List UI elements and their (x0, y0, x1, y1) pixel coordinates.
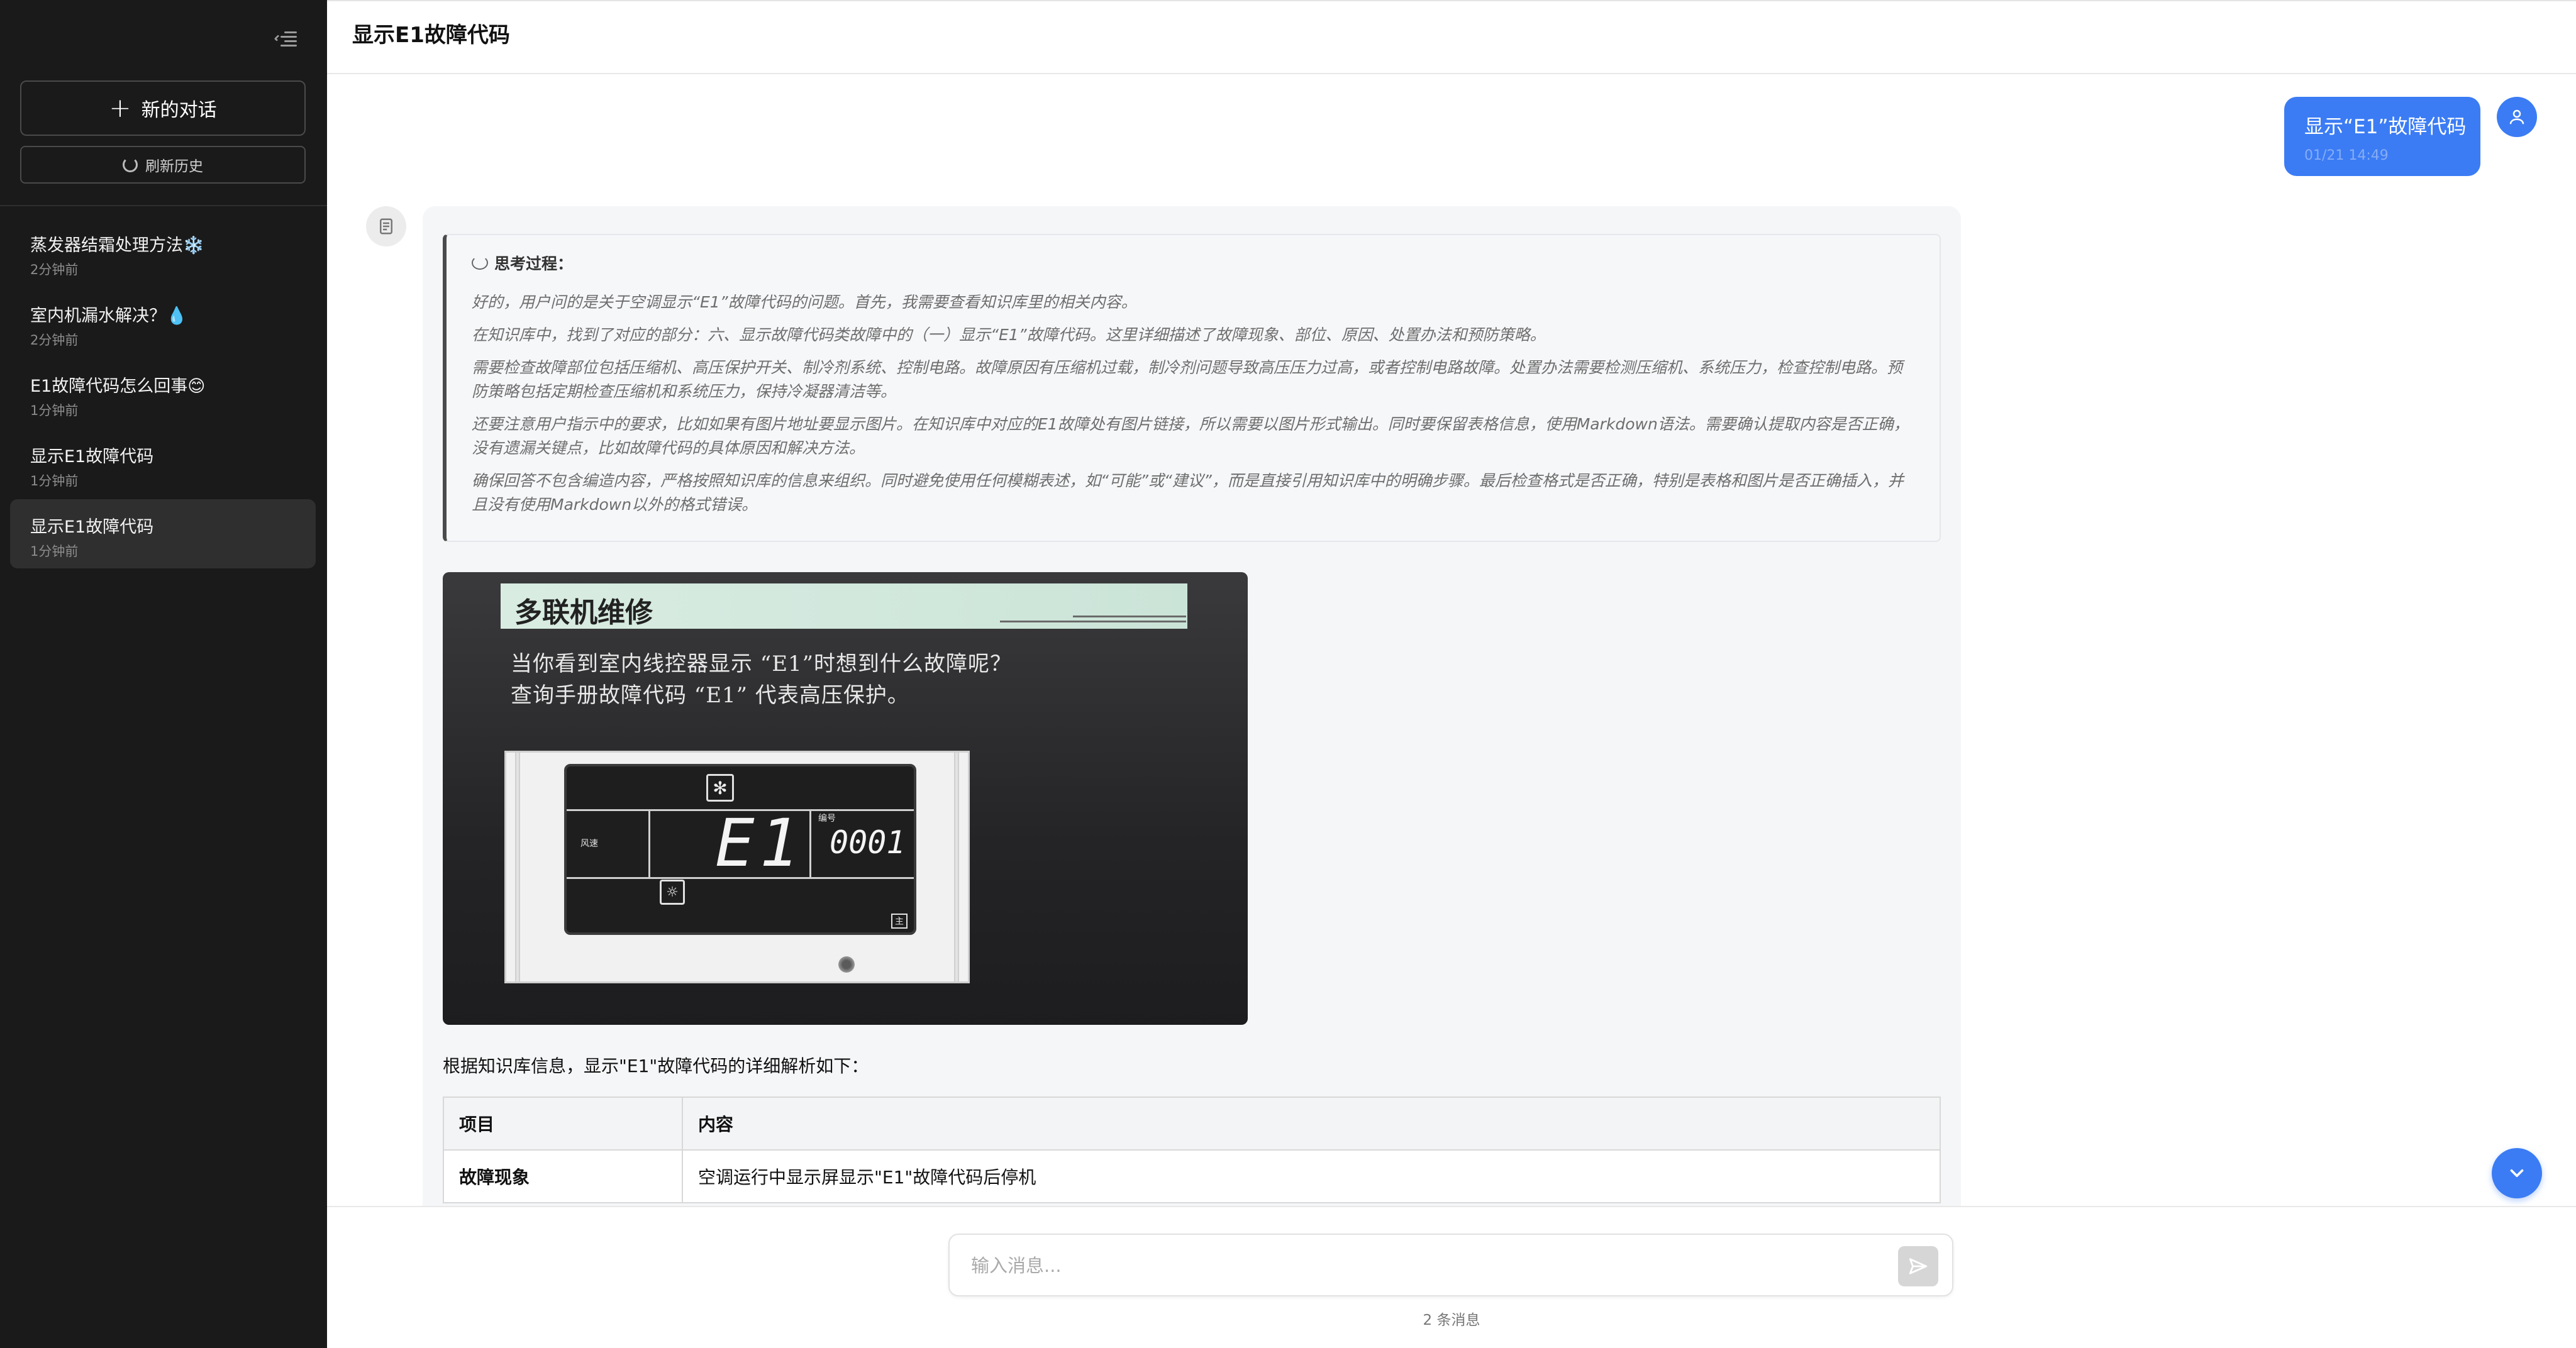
user-icon (2497, 97, 2537, 137)
controller-panel: ✻ E1 编号 0001 风速 ☼ 主 (504, 751, 970, 983)
message-input[interactable] (971, 1251, 1864, 1280)
table-cell: 空调运行中显示屏显示"E1"故障代码后停机 (682, 1149, 1941, 1203)
page-title: 显示E1故障代码 (352, 23, 510, 48)
user-message-text: 显示“E1”故障代码 (2304, 116, 2467, 138)
bot-document-icon (366, 206, 406, 246)
lightbulb-icon: ☼ (660, 880, 685, 905)
chat-header: 显示E1故障代码 (327, 0, 2576, 74)
thinking-paragraph: 好的，用户问的是关于空调显示“E1”故障代码的问题。首先，我需要查看知识库里的相… (472, 293, 1137, 311)
new-chat-label: 新的对话 (141, 99, 217, 121)
thinking-paragraph: 还要注意用户指示中的要求，比如如果有图片地址要显示图片。在知识库中对应的E1故障… (472, 415, 1909, 457)
collapse-menu-icon[interactable] (274, 28, 297, 50)
user-message: 显示“E1”故障代码 01/21 14:49 (2284, 97, 2480, 176)
composer-area: 2 条消息 (327, 1206, 2576, 1348)
thought-bubble-icon (472, 256, 488, 270)
lcd-label: 编号 (818, 814, 836, 824)
history-item-title: E1故障代码怎么回事😊 (30, 377, 206, 396)
banner-decoration (997, 614, 1186, 622)
scroll-to-bottom-button[interactable] (2492, 1148, 2542, 1198)
thinking-paragraph: 在知识库中，找到了对应的部分：六、显示故障代码类故障中的（一）显示“E1”故障代… (472, 326, 1546, 344)
history-item-time: 1分钟前 (30, 473, 79, 489)
send-button[interactable] (1898, 1246, 1938, 1286)
lcd-main-code: E1 (715, 805, 804, 881)
history-item[interactable]: 室内机漏水解决？💧 2分钟前 (10, 288, 316, 357)
history-item-active[interactable]: 显示E1故障代码 1分钟前 (10, 499, 316, 568)
panel-edge (954, 753, 959, 981)
refresh-history-label: 刷新历史 (145, 158, 203, 175)
history-item[interactable]: 显示E1故障代码 1分钟前 (10, 429, 316, 498)
history-item[interactable]: 蒸发器结霜处理方法❄️ 2分钟前 (10, 218, 316, 287)
history-item-title: 显示E1故障代码 (30, 517, 154, 537)
lcd-label: 主 (891, 914, 908, 929)
image-banner-title: 多联机维修 (514, 597, 653, 629)
image-banner: 多联机维修 (501, 583, 1187, 629)
history-item-time: 1分钟前 (30, 544, 79, 559)
panel-edge (515, 753, 520, 981)
plus-icon: + (109, 92, 131, 123)
table-row: 故障现象 空调运行中显示屏显示"E1"故障代码后停机 (443, 1149, 1941, 1203)
history-item-title: 室内机漏水解决？💧 (30, 306, 187, 326)
history-list: 蒸发器结霜处理方法❄️ 2分钟前 室内机漏水解决？💧 2分钟前 E1故障代码怎么… (10, 218, 316, 570)
thinking-block: 思考过程： 好的，用户问的是关于空调显示“E1”故障代码的问题。首先，我需要查看… (443, 234, 1941, 542)
lcd-label: 风速 (580, 839, 598, 849)
history-item-time: 2分钟前 (30, 262, 79, 277)
thinking-paragraph: 需要检查故障部位包括压缩机、高压保护开关、制冷剂系统、控制电路。故障原因有压缩机… (472, 358, 1903, 401)
fault-code-image[interactable]: 多联机维修 当你看到室内线控器显示 “E1”时想到什么故障呢？ 查询手册故障代码… (443, 572, 1248, 1025)
history-item-time: 2分钟前 (30, 333, 79, 348)
chat-area[interactable]: 显示“E1”故障代码 01/21 14:49 思考过程： 好的，用户问的是关于空… (327, 74, 2576, 1206)
new-chat-button[interactable]: + 新的对话 (20, 80, 306, 136)
table-header-row: 项目 内容 (443, 1097, 1941, 1151)
panel-sensor-icon (837, 955, 856, 974)
lcd-display: ✻ E1 编号 0001 风速 ☼ 主 (564, 764, 916, 935)
history-item-title: 显示E1故障代码 (30, 447, 154, 467)
fault-info-table: 项目 内容 故障现象 空调运行中显示屏显示"E1"故障代码后停机 (443, 1097, 1941, 1203)
answer-intro: 根据知识库信息，显示"E1"故障代码的详细解析如下： (443, 1056, 869, 1076)
table-header-cell: 项目 (443, 1097, 683, 1151)
table-header-cell: 内容 (682, 1097, 1941, 1151)
history-item-time: 1分钟前 (30, 403, 79, 418)
chevron-down-icon (2510, 1169, 2524, 1178)
snowflake-icon: ✻ (706, 774, 734, 802)
table-cell: 故障现象 (443, 1149, 683, 1203)
image-caption-line: 查询手册故障代码 “E1” 代表高压保护。 (511, 683, 909, 708)
assistant-message: 思考过程： 好的，用户问的是关于空调显示“E1”故障代码的问题。首先，我需要查看… (423, 206, 1961, 1206)
history-item[interactable]: E1故障代码怎么回事😊 1分钟前 (10, 358, 316, 428)
thinking-paragraph: 确保回答不包含编造内容，严格按照知识库的信息来组织。同时避免使用任何模糊表述，如… (472, 472, 1904, 514)
lcd-number: 0001 (830, 824, 906, 861)
lcd-divider (809, 809, 811, 879)
thinking-header: 思考过程： (472, 251, 1914, 274)
refresh-history-button[interactable]: 刷新历史 (20, 146, 306, 184)
sidebar: + 新的对话 刷新历史 蒸发器结霜处理方法❄️ 2分钟前 室内机漏水解决？💧 2… (0, 0, 327, 1348)
history-item-title: 蒸发器结霜处理方法❄️ (30, 236, 204, 255)
thinking-title: 思考过程： (494, 255, 574, 273)
user-message-timestamp: 01/21 14:49 (2304, 148, 2389, 163)
lcd-divider (648, 809, 650, 879)
message-count: 2 条消息 (1423, 1312, 1480, 1329)
image-caption-line: 当你看到室内线控器显示 “E1”时想到什么故障呢？ (511, 651, 1013, 677)
send-arrow-icon (1909, 1258, 1928, 1274)
message-composer (948, 1234, 1953, 1296)
sidebar-divider (0, 205, 327, 206)
refresh-icon (123, 157, 138, 172)
